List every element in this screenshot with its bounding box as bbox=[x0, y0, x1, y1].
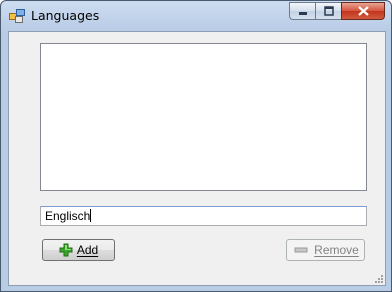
resize-grip-icon[interactable] bbox=[373, 273, 383, 283]
maximize-button[interactable] bbox=[315, 2, 341, 20]
maximize-icon bbox=[323, 6, 334, 16]
app-window-icon bbox=[9, 9, 25, 23]
plus-icon bbox=[59, 243, 73, 257]
add-button-label: Add bbox=[76, 243, 99, 257]
minus-icon bbox=[294, 247, 308, 253]
add-button[interactable]: Add bbox=[42, 239, 115, 261]
close-icon bbox=[357, 6, 369, 16]
minimize-icon bbox=[298, 12, 307, 15]
language-input[interactable]: Englisch bbox=[40, 206, 367, 226]
caption-buttons bbox=[289, 2, 385, 22]
languages-window: Languages Englisch Add Remove bbox=[0, 0, 392, 292]
close-button[interactable] bbox=[341, 2, 385, 20]
remove-button-label: Remove bbox=[314, 243, 359, 257]
language-input-value: Englisch bbox=[45, 209, 91, 223]
title-bar[interactable]: Languages bbox=[1, 1, 391, 31]
text-caret bbox=[90, 209, 92, 222]
minimize-button[interactable] bbox=[289, 2, 315, 20]
window-title: Languages bbox=[31, 8, 100, 23]
client-area: Englisch Add Remove bbox=[8, 31, 386, 286]
languages-listbox[interactable] bbox=[40, 43, 367, 191]
remove-button[interactable]: Remove bbox=[286, 239, 365, 261]
